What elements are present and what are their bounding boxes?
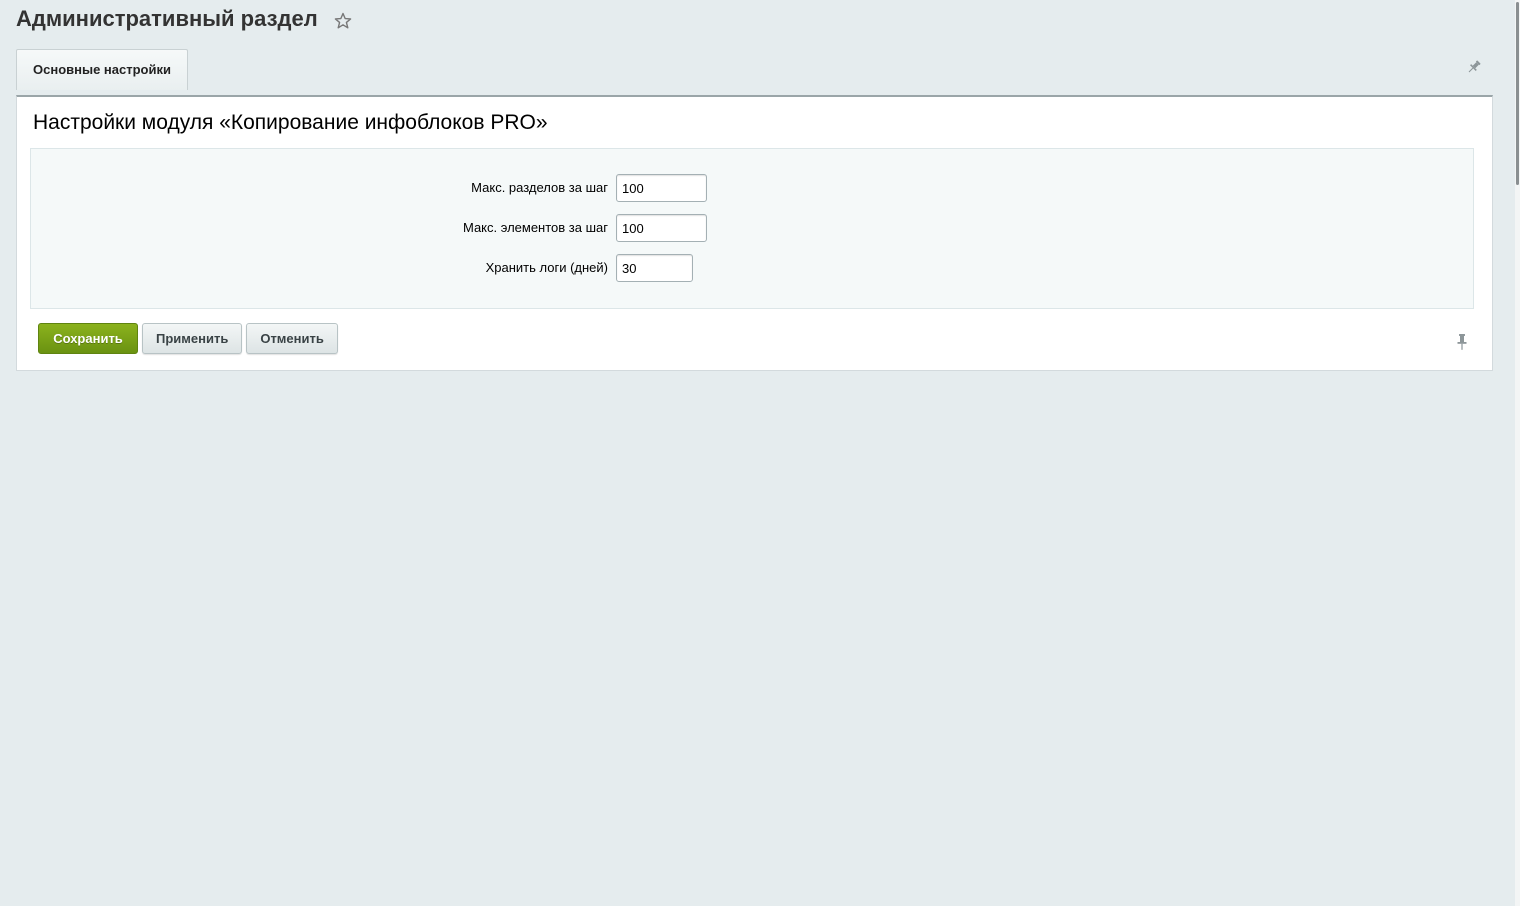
- star-icon[interactable]: [334, 12, 352, 30]
- page-title: Административный раздел: [16, 6, 318, 31]
- pin-icon[interactable]: [1455, 333, 1469, 351]
- field-row-max-sections: Макс. разделов за шаг: [31, 174, 1473, 202]
- settings-form: Макс. разделов за шаг Макс. элементов за…: [30, 148, 1474, 309]
- max-sections-input[interactable]: [616, 174, 707, 202]
- max-elements-input[interactable]: [616, 214, 707, 242]
- max-elements-label: Макс. элементов за шаг: [462, 220, 608, 235]
- settings-panel: Настройки модуля «Копирование инфоблоков…: [16, 95, 1493, 371]
- field-row-log-days: Хранить логи (дней): [31, 254, 1473, 282]
- page-scrollbar[interactable]: [1515, 0, 1520, 906]
- scrollbar-thumb[interactable]: [1516, 2, 1519, 185]
- field-row-max-elements: Макс. элементов за шаг: [31, 214, 1473, 242]
- save-button[interactable]: Сохранить: [38, 323, 138, 354]
- log-days-input[interactable]: [616, 254, 693, 282]
- page-header: Административный раздел: [16, 5, 352, 33]
- tab-main-settings[interactable]: Основные настройки: [16, 49, 188, 90]
- form-buttons: Сохранить Применить Отменить: [38, 323, 338, 354]
- apply-button[interactable]: Применить: [142, 323, 243, 354]
- log-days-label: Хранить логи (дней): [485, 260, 608, 275]
- max-sections-label: Макс. разделов за шаг: [471, 180, 608, 195]
- cancel-button[interactable]: Отменить: [246, 323, 338, 354]
- pin-icon[interactable]: [1466, 59, 1482, 75]
- panel-title: Настройки модуля «Копирование инфоблоков…: [33, 111, 548, 134]
- tab-bar: Основные настройки: [16, 49, 188, 90]
